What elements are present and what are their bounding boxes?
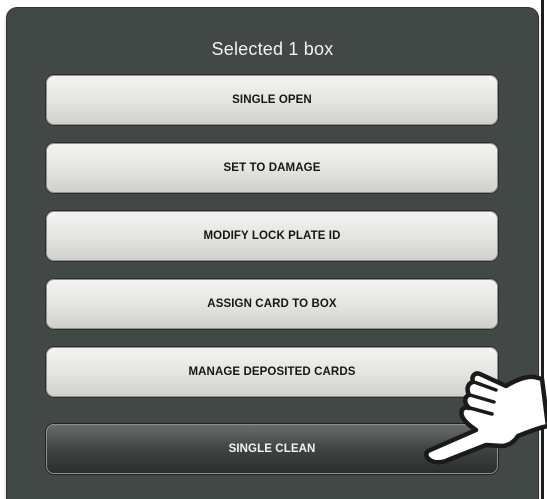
single-open-button[interactable]: SINGLE OPEN bbox=[46, 75, 498, 125]
manage-deposited-cards-label: MANAGE DEPOSITED CARDS bbox=[188, 366, 356, 378]
set-to-damage-label: SET TO DAMAGE bbox=[223, 162, 321, 174]
single-clean-label: SINGLE CLEAN bbox=[228, 443, 316, 455]
set-to-damage-button[interactable]: SET TO DAMAGE bbox=[46, 143, 498, 193]
modify-lock-plate-id-label: MODIFY LOCK PLATE ID bbox=[203, 230, 341, 242]
hand-pointer-icon bbox=[424, 371, 547, 465]
screen: Selected 1 box SINGLE OPEN SET TO DAMAGE… bbox=[0, 0, 547, 499]
single-open-label: SINGLE OPEN bbox=[232, 94, 312, 106]
modify-lock-plate-id-button[interactable]: MODIFY LOCK PLATE ID bbox=[46, 211, 498, 261]
assign-card-to-box-label: ASSIGN CARD TO BOX bbox=[207, 298, 337, 310]
assign-card-to-box-button[interactable]: ASSIGN CARD TO BOX bbox=[46, 279, 498, 329]
dialog-title: Selected 1 box bbox=[211, 39, 334, 59]
